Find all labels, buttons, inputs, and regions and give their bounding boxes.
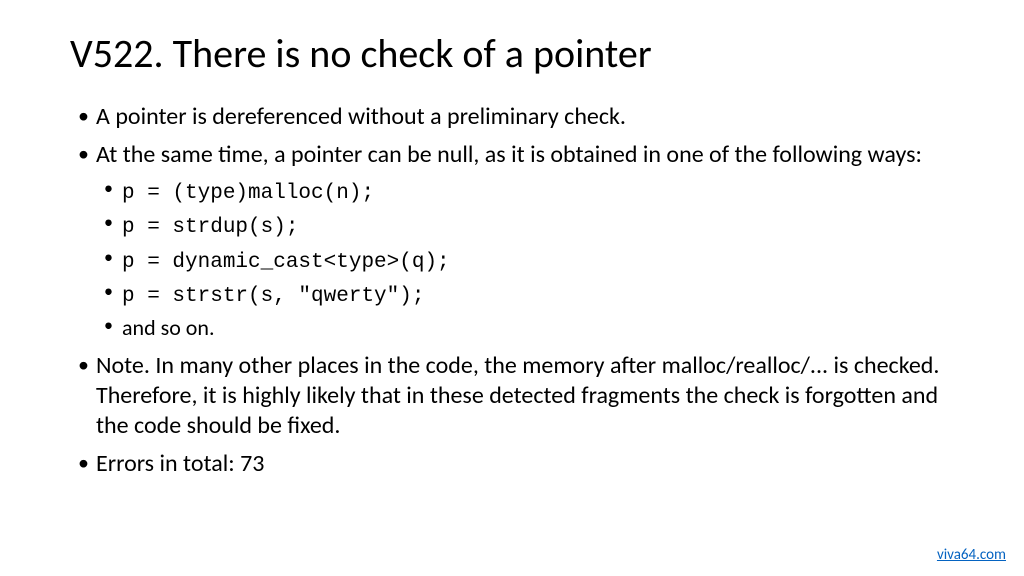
- slide-title: V522. There is no check of a pointer: [70, 30, 954, 78]
- code-text: p = strstr(s, "qwerty");: [122, 285, 424, 308]
- sub-bullet-list: p = (type)malloc(n); p = strdup(s); p = …: [96, 176, 954, 343]
- bullet-item: Note. In many other places in the code, …: [70, 351, 954, 441]
- sub-bullet-item: and so on.: [96, 313, 954, 343]
- code-text: p = dynamic_cast<type>(q);: [122, 251, 450, 274]
- bullet-item: Errors in total: 73: [70, 449, 954, 479]
- main-bullet-list: A pointer is dereferenced without a prel…: [70, 102, 954, 479]
- sub-bullet-item: p = dynamic_cast<type>(q);: [96, 245, 954, 277]
- footer-link[interactable]: viva64.com: [937, 546, 1006, 564]
- code-text: p = strdup(s);: [122, 216, 298, 239]
- bullet-item: A pointer is dereferenced without a prel…: [70, 102, 954, 132]
- sub-bullet-item: p = strstr(s, "qwerty");: [96, 279, 954, 311]
- code-text: p = (type)malloc(n);: [122, 182, 374, 205]
- bullet-item: At the same time, a pointer can be null,…: [70, 140, 954, 343]
- sub-bullet-item: p = strdup(s);: [96, 210, 954, 242]
- bullet-text: At the same time, a pointer can be null,…: [96, 140, 922, 169]
- slide-container: V522. There is no check of a pointer A p…: [0, 0, 1024, 507]
- sub-bullet-item: p = (type)malloc(n);: [96, 176, 954, 208]
